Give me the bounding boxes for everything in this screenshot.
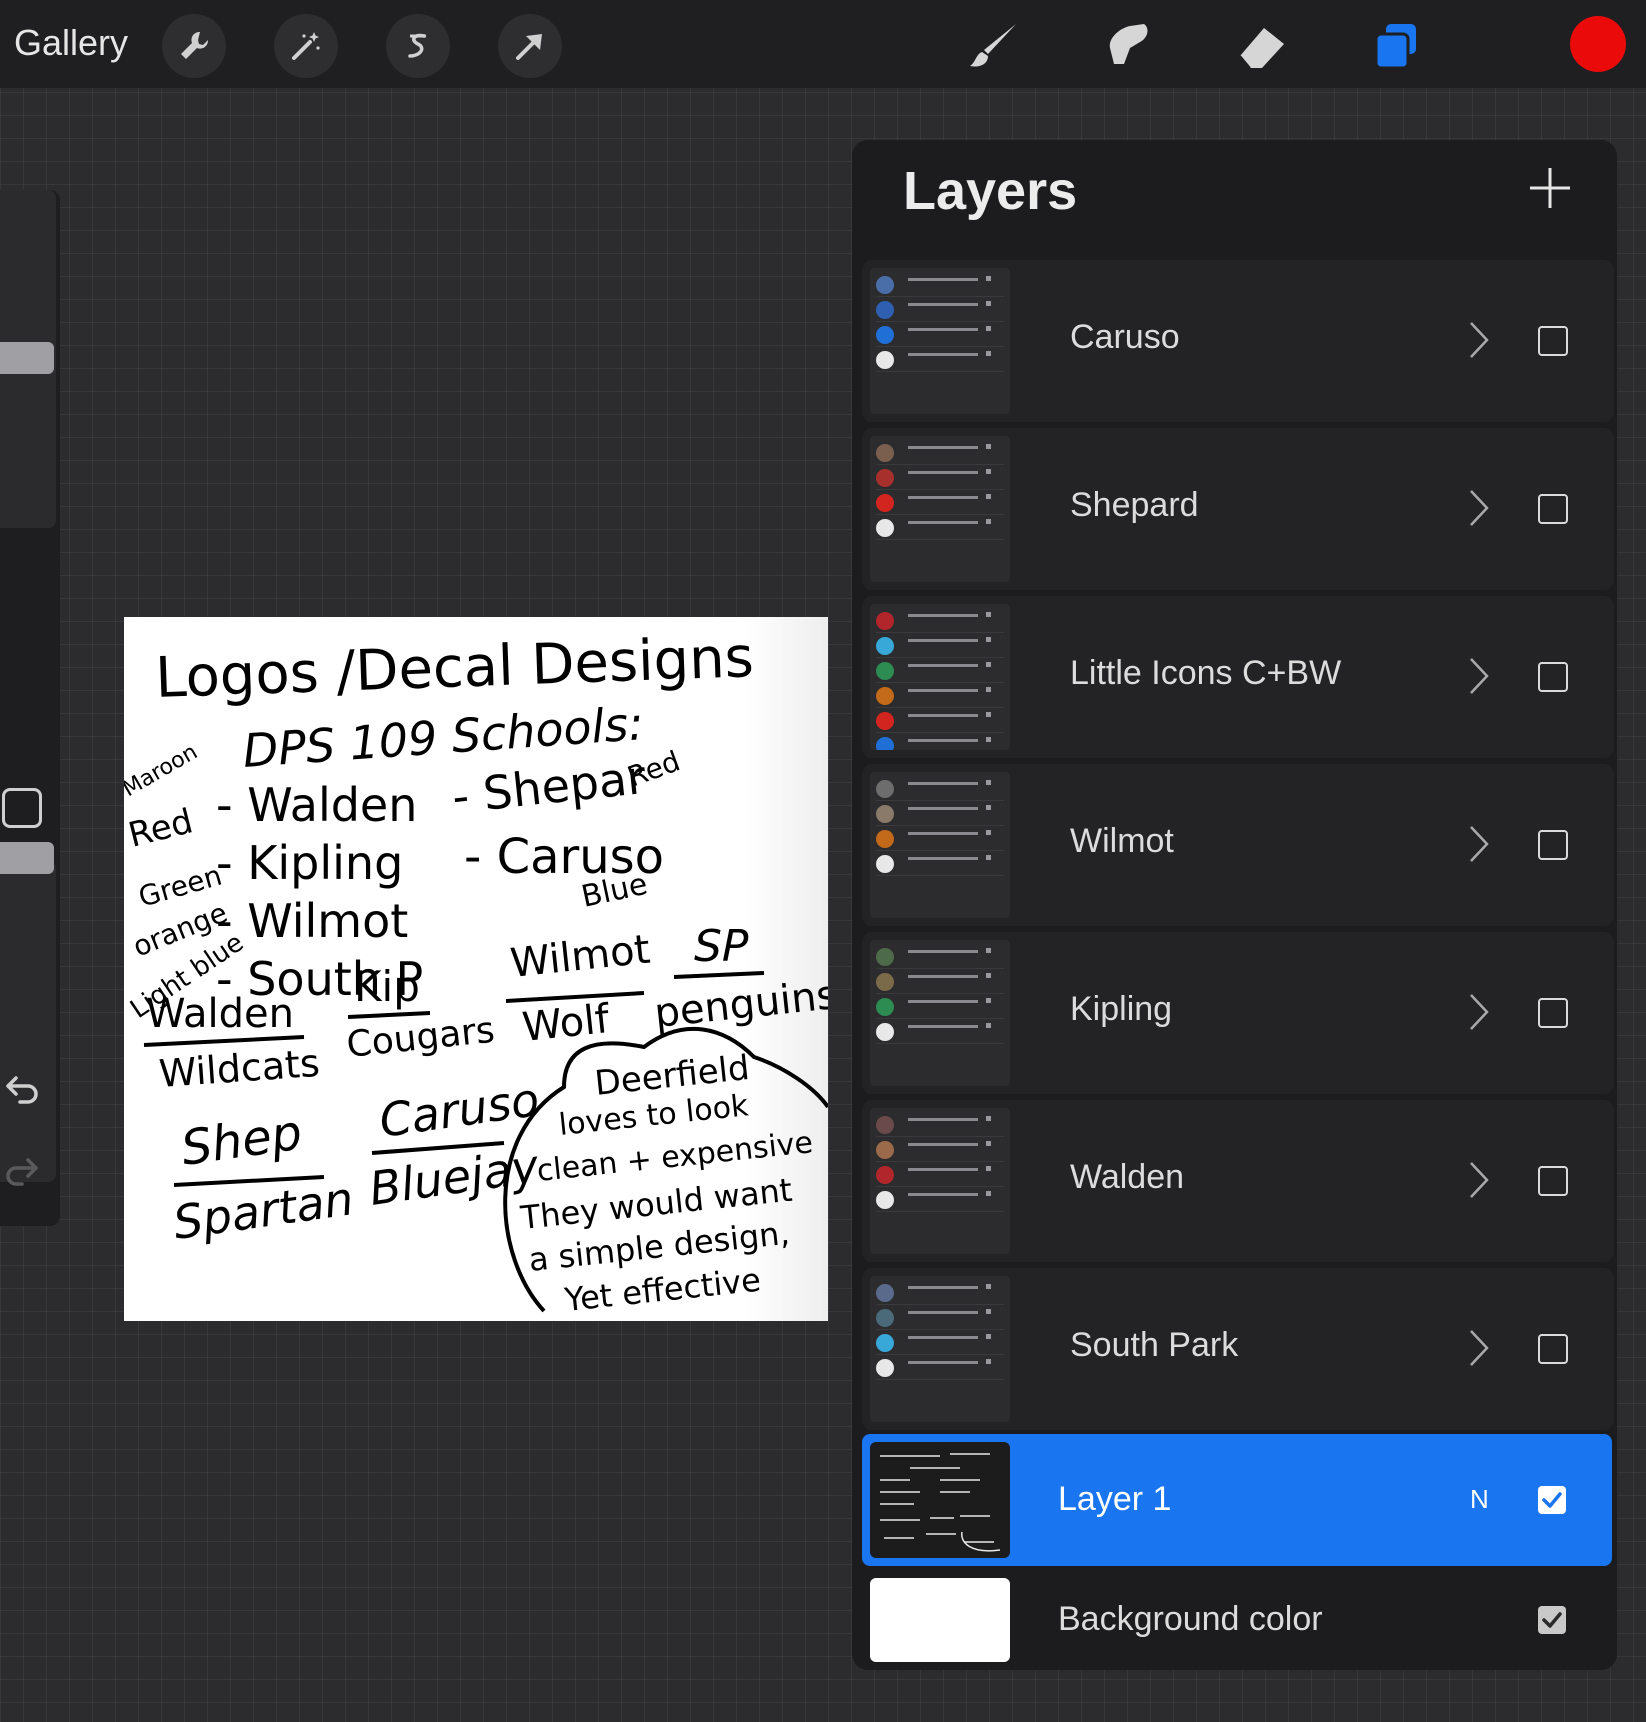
transform-button[interactable] — [498, 14, 562, 78]
layers-button[interactable] — [1364, 14, 1428, 78]
school-walden: - Walden — [216, 778, 417, 832]
layer-group-name: Kipling — [1070, 990, 1173, 1028]
chevron-right-icon[interactable] — [1468, 320, 1490, 360]
mascot-wildcats: Wildcats — [158, 1041, 322, 1096]
magic-wand-icon — [292, 32, 320, 60]
opacity-slider[interactable] — [0, 842, 56, 1182]
transform-arrow-icon — [516, 34, 542, 60]
layer-group-name: Walden — [1070, 1158, 1185, 1196]
layer-group-thumbnail — [870, 940, 1010, 1086]
visibility-checkbox[interactable] — [1538, 662, 1568, 692]
chevron-right-icon[interactable] — [1468, 1328, 1490, 1368]
layer-name: Layer 1 — [1058, 1480, 1172, 1518]
mascot-sp: SP — [694, 921, 749, 972]
opacity-handle[interactable] — [0, 842, 54, 874]
top-toolbar: Gallery — [0, 0, 1646, 88]
layers-icon — [1374, 24, 1416, 70]
mascot-wilmot: Wilmot — [508, 927, 652, 987]
layer-group-name: Wilmot — [1070, 822, 1174, 860]
smudge-icon — [1109, 24, 1148, 64]
layer-row-active[interactable]: Layer 1 N — [862, 1434, 1612, 1566]
layer-group-row[interactable]: Walden — [862, 1100, 1614, 1262]
visibility-checkbox[interactable] — [1538, 1166, 1568, 1196]
layer-group-row[interactable]: Little Icons C+BW — [862, 596, 1614, 758]
visibility-checkbox[interactable] — [1538, 830, 1568, 860]
adjustments-button[interactable] — [274, 14, 338, 78]
add-layer-button[interactable] — [1528, 166, 1572, 210]
checkmark-icon — [1542, 1612, 1562, 1628]
checkmark-icon — [1542, 1492, 1562, 1508]
note-maroon: Maroon — [124, 740, 202, 803]
mascot-kip: Kip — [354, 962, 420, 1011]
chevron-right-icon[interactable] — [1468, 656, 1490, 696]
wrench-icon — [181, 31, 209, 59]
background-layer-name: Background color — [1058, 1600, 1323, 1638]
layer-group-name: Caruso — [1070, 318, 1180, 356]
chevron-right-icon[interactable] — [1468, 824, 1490, 864]
note-red: Red — [125, 801, 197, 855]
layer-group-name: Little Icons C+BW — [1070, 654, 1342, 692]
color-swatch[interactable] — [1570, 16, 1626, 72]
layer-group-name: Shepard — [1070, 486, 1199, 524]
layer-group-name: South Park — [1070, 1326, 1239, 1364]
brush-size-handle[interactable] — [0, 342, 54, 374]
actions-button[interactable] — [162, 14, 226, 78]
selection-icon — [408, 33, 426, 58]
visibility-checkbox[interactable] — [1538, 1334, 1568, 1364]
layer-group-row[interactable]: Wilmot — [862, 764, 1614, 926]
mascot-penguins: penguins — [652, 972, 828, 1037]
visibility-checkbox[interactable] — [1538, 1486, 1566, 1514]
mascot-shep: Shep — [178, 1105, 306, 1177]
chevron-right-icon[interactable] — [1468, 488, 1490, 528]
school-kipling: - Kipling — [216, 836, 403, 890]
eraser-button[interactable] — [1230, 14, 1294, 78]
layer-thumbnail — [870, 1442, 1010, 1558]
visibility-checkbox[interactable] — [1538, 326, 1568, 356]
redo-icon[interactable] — [2, 1152, 42, 1192]
background-visibility-checkbox[interactable] — [1538, 1606, 1566, 1634]
mascot-cougars: Cougars — [345, 1010, 497, 1066]
layer-group-row[interactable]: South Park — [862, 1268, 1614, 1430]
brush-button[interactable] — [962, 14, 1026, 78]
visibility-checkbox[interactable] — [1538, 494, 1568, 524]
background-color-swatch[interactable] — [870, 1578, 1010, 1662]
canvas-title: Logos /Decal Designs — [154, 625, 755, 711]
smudge-button[interactable] — [1096, 14, 1160, 78]
layer-group-thumbnail — [870, 268, 1010, 414]
layer-group-row[interactable]: Kipling — [862, 932, 1614, 1094]
layer-group-thumbnail — [870, 772, 1010, 918]
layer-group-row[interactable]: Shepard — [862, 428, 1614, 590]
layers-panel-title: Layers — [903, 161, 1078, 221]
blend-mode-button[interactable]: N — [1470, 1484, 1489, 1515]
gallery-button[interactable]: Gallery — [14, 22, 128, 64]
modify-button[interactable] — [2, 788, 42, 828]
layer-group-thumbnail — [870, 1276, 1010, 1422]
eraser-icon — [1239, 28, 1284, 69]
brush-icon — [970, 24, 1016, 67]
selection-button[interactable] — [386, 14, 450, 78]
background-color-row[interactable]: Background color — [862, 1572, 1612, 1672]
left-sidebar — [0, 190, 60, 1226]
brush-size-slider[interactable] — [0, 190, 56, 528]
handwritten-notes: Logos /Decal Designs DPS 109 Schools: Ma… — [124, 625, 828, 1319]
visibility-checkbox[interactable] — [1538, 998, 1568, 1028]
drawing-canvas[interactable]: Logos /Decal Designs DPS 109 Schools: Ma… — [124, 617, 828, 1321]
layer-group-thumbnail — [870, 436, 1010, 582]
layer-group-thumbnail — [870, 1108, 1010, 1254]
chevron-right-icon[interactable] — [1468, 992, 1490, 1032]
chevron-right-icon[interactable] — [1468, 1160, 1490, 1200]
mascot-walden: Walden — [146, 991, 294, 1037]
undo-icon[interactable] — [2, 1070, 42, 1110]
layer-group-thumbnail — [870, 604, 1010, 750]
layer-group-row[interactable]: Caruso — [862, 260, 1614, 422]
school-wilmot: - Wilmot — [216, 894, 408, 948]
